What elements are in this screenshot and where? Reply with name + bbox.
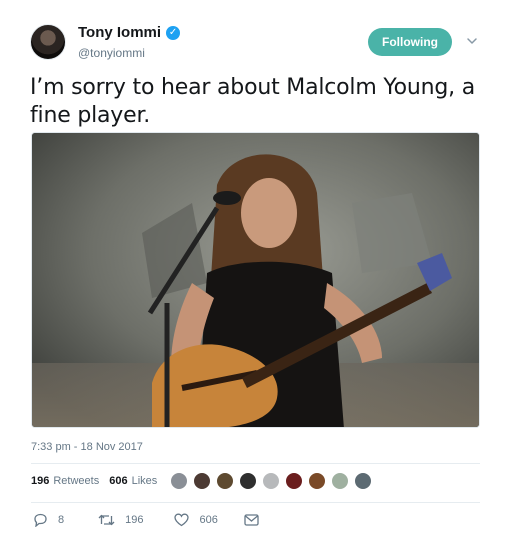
chevron-down-icon[interactable] <box>465 34 479 48</box>
likes-label: Likes <box>131 475 158 487</box>
tweet-actions: 8 196 606 <box>31 513 259 527</box>
liker-avatar[interactable] <box>170 472 188 490</box>
reply-button[interactable]: 8 <box>33 513 64 527</box>
liker-avatar[interactable] <box>331 472 349 490</box>
liker-avatar[interactable] <box>216 472 234 490</box>
tweet-timestamp[interactable]: 7:33 pm - 18 Nov 2017 <box>31 441 143 453</box>
retweet-button[interactable]: 196 <box>98 513 143 527</box>
like-button[interactable]: 606 <box>174 513 218 527</box>
liker-avatar[interactable] <box>239 472 257 490</box>
liker-avatar[interactable] <box>285 472 303 490</box>
engagement-stats: 196 Retweets 606 Likes <box>31 475 167 487</box>
divider <box>31 463 480 464</box>
author-handle[interactable]: @tonyiommi <box>78 46 180 60</box>
retweet-count: 196 <box>125 514 144 526</box>
author-name[interactable]: Tony Iommi ✓ <box>78 24 181 41</box>
following-button[interactable]: Following <box>368 28 452 56</box>
reply-icon <box>34 513 47 527</box>
likes-stat[interactable]: 606 Likes <box>109 475 157 487</box>
author-block: Tony Iommi ✓ @tonyiommi <box>78 24 181 60</box>
avatar[interactable] <box>30 24 66 60</box>
tweet-text: I’m sorry to hear about Malcolm Young, a… <box>30 75 476 128</box>
photo-guitarist-on-stage <box>32 133 479 427</box>
retweet-icon <box>98 514 115 526</box>
retweets-stat[interactable]: 196 Retweets <box>31 475 99 487</box>
display-name-text[interactable]: Tony Iommi <box>78 24 161 41</box>
liker-avatar[interactable] <box>308 472 326 490</box>
heart-icon <box>174 513 190 527</box>
divider <box>31 502 480 503</box>
liker-avatar[interactable] <box>262 472 280 490</box>
likes-count: 606 <box>109 475 128 487</box>
verified-badge-icon: ✓ <box>166 25 181 40</box>
liker-avatars <box>170 472 372 490</box>
liker-avatar[interactable] <box>193 472 211 490</box>
like-count: 606 <box>199 514 218 526</box>
retweets-label: Retweets <box>53 475 100 487</box>
reply-count: 8 <box>58 514 65 526</box>
direct-message-button[interactable] <box>244 514 259 526</box>
retweets-count: 196 <box>31 475 50 487</box>
envelope-icon <box>244 514 259 526</box>
tweet-photo[interactable] <box>31 132 480 428</box>
liker-avatar[interactable] <box>354 472 372 490</box>
